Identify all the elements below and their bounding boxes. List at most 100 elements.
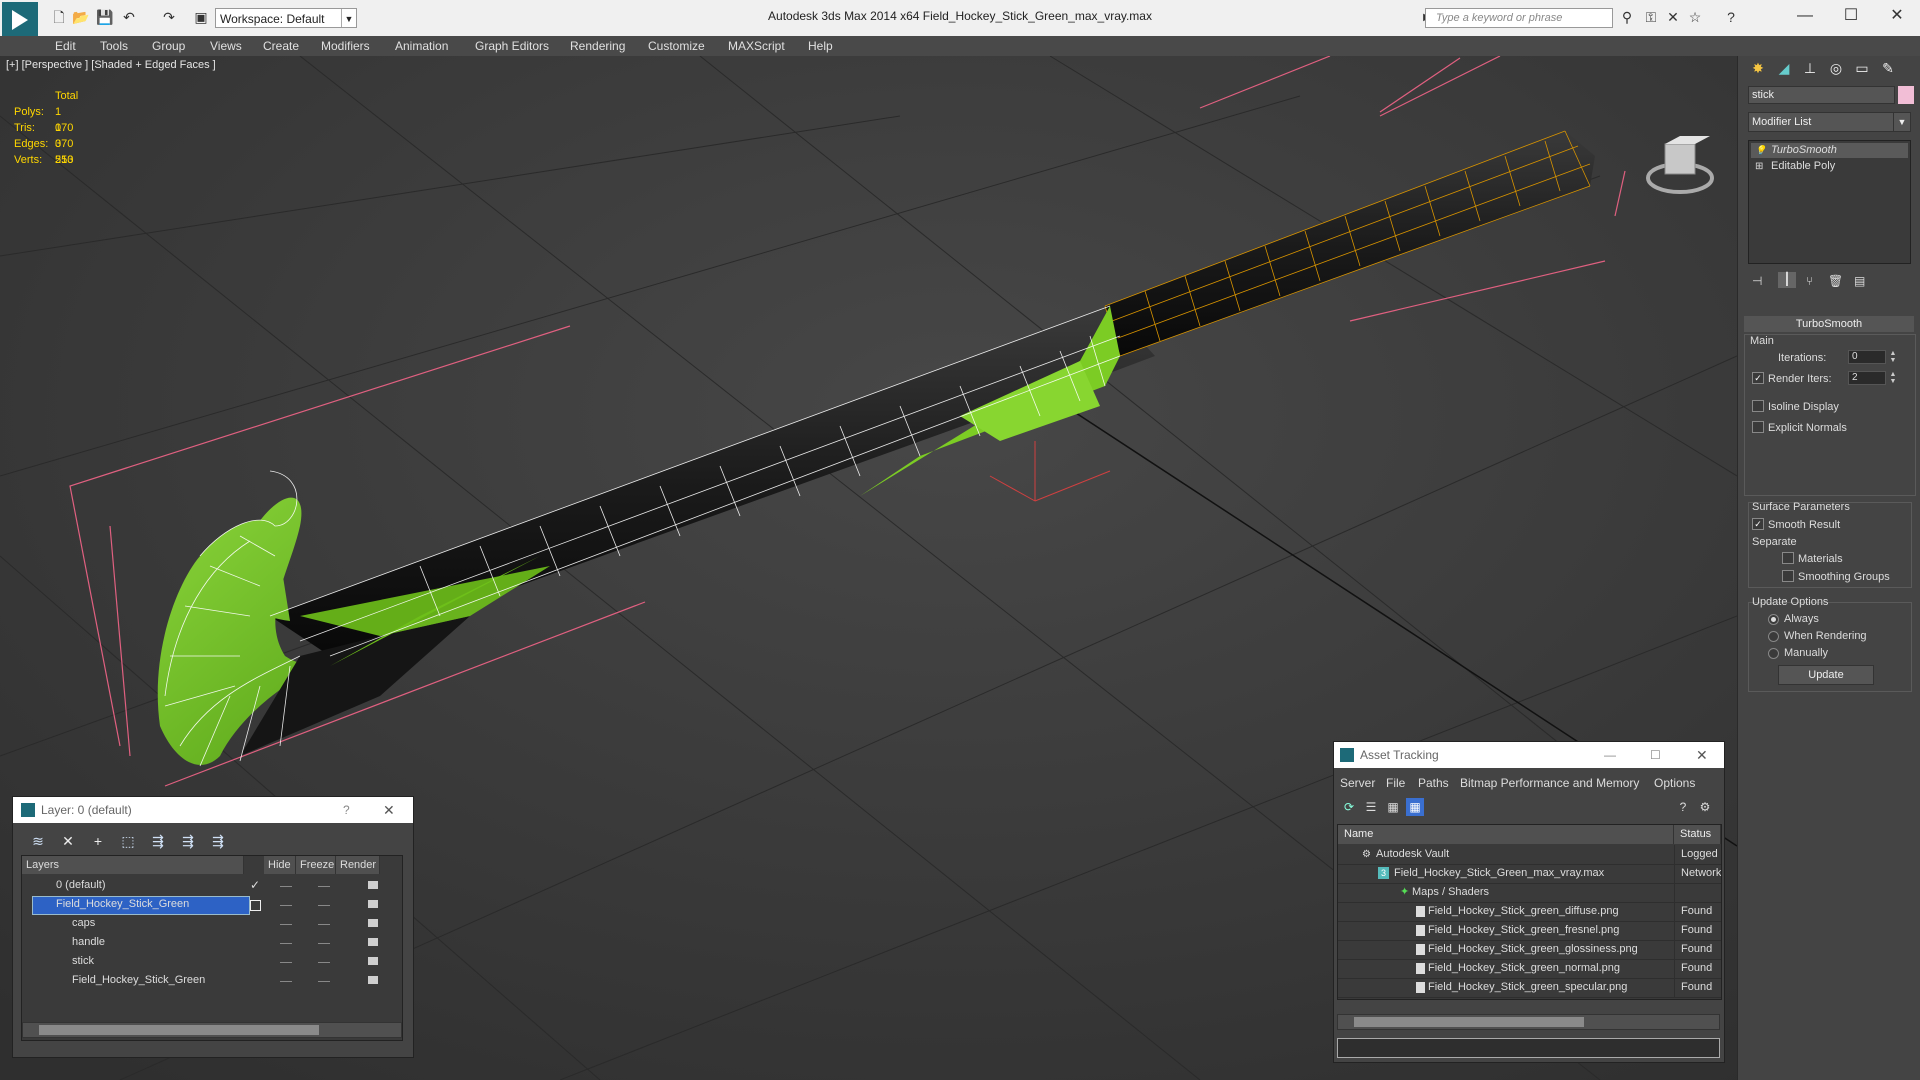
col-freeze[interactable]: Freeze xyxy=(296,856,336,874)
table-row[interactable]: caps xyxy=(22,914,402,933)
col-render[interactable]: Render xyxy=(336,856,380,874)
workspace-dropdown[interactable]: Workspace: Default ▼ xyxy=(215,8,357,28)
when-rendering-radio[interactable] xyxy=(1768,631,1779,642)
menu-create[interactable]: Create xyxy=(263,39,299,53)
stack-item-editable-poly[interactable]: ⊞ Editable Poly xyxy=(1751,159,1908,174)
table-row[interactable]: Field_Hockey_Stick_Green xyxy=(22,895,402,915)
iterations-spinner[interactable]: 0 xyxy=(1848,350,1886,364)
isoline-display-checkbox[interactable] xyxy=(1752,400,1764,412)
table-row[interactable]: Field_Hockey_Stick_Green xyxy=(22,971,402,990)
menu-group[interactable]: Group xyxy=(152,39,185,53)
table-row[interactable]: Field_Hockey_Stick_green_diffuse.png Fou… xyxy=(1338,902,1721,922)
render-teapot-icon[interactable] xyxy=(368,938,378,946)
col-hide[interactable]: Hide xyxy=(264,856,296,874)
create-layer-icon[interactable]: ≋ xyxy=(27,831,49,851)
make-unique-icon[interactable]: ⑂ xyxy=(1806,274,1813,288)
table-row[interactable]: Field_Hockey_Stick_green_specular.png Fo… xyxy=(1338,978,1721,998)
modify-tab-icon[interactable]: ◢ xyxy=(1772,56,1796,80)
table-row[interactable]: ⚙ Autodesk Vault Logged Out xyxy=(1338,845,1721,865)
asset-menu-options[interactable]: Options xyxy=(1654,776,1695,790)
remove-modifier-icon[interactable]: 🗑 xyxy=(1828,274,1843,288)
close-icon[interactable]: ✕ xyxy=(383,797,395,823)
hierarchy-tab-icon[interactable]: ⊥ xyxy=(1798,56,1822,80)
list-view-icon[interactable]: ☰ xyxy=(1362,798,1380,816)
render-teapot-icon[interactable] xyxy=(368,957,378,965)
menu-views[interactable]: Views xyxy=(210,39,242,53)
binoculars-icon[interactable]: ⚲ xyxy=(1618,8,1636,26)
spinner-arrows-icon[interactable]: ▲ ▼ xyxy=(1888,350,1898,364)
asset-menu-file[interactable]: File xyxy=(1386,776,1405,790)
minimize-icon[interactable]: — xyxy=(1604,742,1616,768)
update-button[interactable]: Update xyxy=(1778,665,1874,685)
menu-help[interactable]: Help xyxy=(808,39,833,53)
spinner-arrows-icon[interactable]: ▲ ▼ xyxy=(1888,371,1898,385)
satellite-icon[interactable]: ✕ xyxy=(1664,8,1682,26)
show-end-result-icon[interactable]: ┃ xyxy=(1778,272,1796,288)
redo-icon[interactable]: ↷ xyxy=(160,8,178,26)
render-iters-checkbox[interactable]: ✓ xyxy=(1752,372,1764,384)
project-folder-icon[interactable]: ▣ xyxy=(192,8,210,26)
table-row[interactable]: Field_Hockey_Stick_green_normal.png Foun… xyxy=(1338,959,1721,979)
minimize-button[interactable]: — xyxy=(1782,4,1828,28)
col-name[interactable]: Name xyxy=(1338,825,1674,844)
menu-modifiers[interactable]: Modifiers xyxy=(321,39,370,53)
render-teapot-icon[interactable] xyxy=(368,900,378,908)
new-file-icon[interactable]: 🗋 xyxy=(50,8,68,26)
menu-maxscript[interactable]: MAXScript xyxy=(728,39,785,53)
display-tab-icon[interactable]: ▭ xyxy=(1850,56,1874,80)
manually-radio[interactable] xyxy=(1768,648,1779,659)
highlight-layer-icon[interactable]: ⇶ xyxy=(147,831,169,851)
layer-horizontal-scrollbar[interactable] xyxy=(22,1022,402,1038)
help-icon[interactable]: ? xyxy=(1722,8,1740,26)
table-row[interactable]: Field_Hockey_Stick_green_fresnel.png Fou… xyxy=(1338,921,1721,941)
maximize-button[interactable]: ☐ xyxy=(1828,4,1874,28)
delete-layer-icon[interactable]: ✕ xyxy=(57,831,79,851)
menu-graph-editors[interactable]: Graph Editors xyxy=(475,39,549,53)
open-file-icon[interactable]: 📂 xyxy=(72,8,90,26)
turbosmooth-rollout-header[interactable]: TurboSmooth xyxy=(1744,316,1914,332)
search-input[interactable]: Type a keyword or phrase xyxy=(1425,8,1613,28)
detail-view-icon[interactable]: ▦ xyxy=(1384,798,1402,816)
viewport-label[interactable]: [+] [Perspective ] [Shaded + Edged Faces… xyxy=(6,59,216,71)
always-radio[interactable] xyxy=(1768,614,1779,625)
table-view-icon[interactable]: ▦ xyxy=(1406,798,1424,816)
menu-rendering[interactable]: Rendering xyxy=(570,39,625,53)
table-row[interactable]: Field_Hockey_Stick_green_glossiness.png … xyxy=(1338,940,1721,960)
menu-customize[interactable]: Customize xyxy=(648,39,705,53)
menu-tools[interactable]: Tools xyxy=(100,39,128,53)
refresh-icon[interactable]: ⟳ xyxy=(1340,798,1358,816)
smoothing-groups-checkbox[interactable] xyxy=(1782,570,1794,582)
asset-menu-paths[interactable]: Paths xyxy=(1418,776,1449,790)
explicit-normals-checkbox[interactable] xyxy=(1752,421,1764,433)
render-teapot-icon[interactable] xyxy=(368,881,378,889)
table-row[interactable]: 3 Field_Hockey_Stick_Green_max_vray.max … xyxy=(1338,864,1721,884)
utilities-tab-icon[interactable]: ✎ xyxy=(1876,56,1900,80)
object-name-field[interactable]: stick xyxy=(1748,86,1895,104)
settings-icon[interactable]: ⚙ xyxy=(1696,798,1714,816)
motion-tab-icon[interactable]: ◎ xyxy=(1824,56,1848,80)
help-button[interactable]: ? xyxy=(343,797,350,823)
asset-menu-bitmap[interactable]: Bitmap Performance and Memory xyxy=(1460,776,1639,790)
configure-sets-icon[interactable]: ▤ xyxy=(1854,274,1865,288)
stack-item-turbosmooth[interactable]: 💡 TurboSmooth xyxy=(1751,143,1908,158)
hide-all-icon[interactable]: ⇶ xyxy=(177,831,199,851)
render-teapot-icon[interactable] xyxy=(368,976,378,984)
key-icon[interactable]: ⚿ xyxy=(1642,8,1660,26)
lightbulb-icon[interactable]: 💡 xyxy=(1755,143,1766,158)
menu-animation[interactable]: Animation xyxy=(395,39,448,53)
render-iters-spinner[interactable]: 2 xyxy=(1848,371,1886,385)
asset-horizontal-scrollbar[interactable] xyxy=(1337,1014,1720,1030)
table-row[interactable]: handle xyxy=(22,933,402,952)
modifier-stack[interactable]: 💡 TurboSmooth ⊞ Editable Poly xyxy=(1748,140,1911,264)
current-layer-box[interactable] xyxy=(250,900,261,911)
col-layers[interactable]: Layers xyxy=(22,856,244,874)
favorites-star-icon[interactable]: ☆ xyxy=(1686,8,1704,26)
create-tab-icon[interactable]: ✸ xyxy=(1746,56,1770,80)
help-question-icon[interactable]: ? xyxy=(1674,798,1692,816)
render-teapot-icon[interactable] xyxy=(368,919,378,927)
maximize-icon[interactable]: ☐ xyxy=(1650,742,1661,768)
close-button[interactable]: ✕ xyxy=(1874,4,1920,28)
smooth-result-checkbox[interactable]: ✓ xyxy=(1752,518,1764,530)
app-logo-icon[interactable] xyxy=(2,2,38,38)
menu-edit[interactable]: Edit xyxy=(55,39,76,53)
